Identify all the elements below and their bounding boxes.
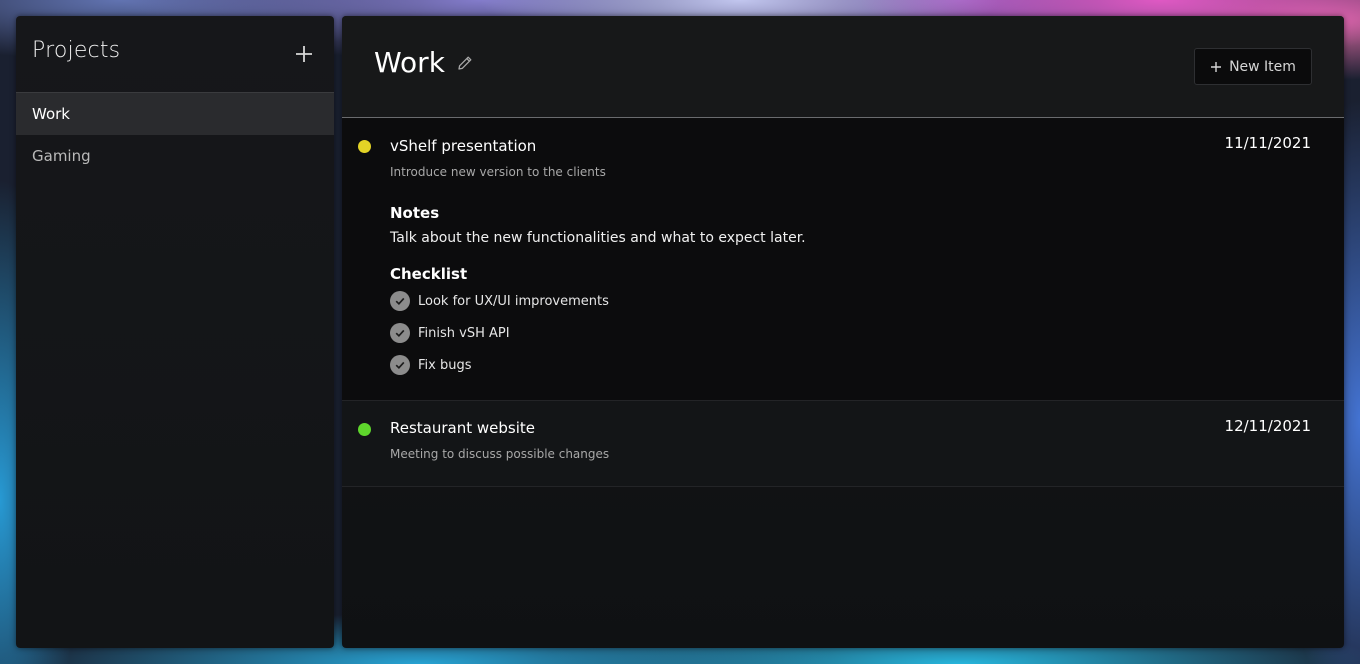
new-item-label: New Item xyxy=(1229,58,1296,75)
project-main-panel: Work New Item vShelf presentation Introd… xyxy=(342,16,1344,648)
sidebar-header: Projects xyxy=(16,16,334,93)
task-title: vShelf presentation xyxy=(390,137,537,155)
page-title: Work xyxy=(374,46,445,79)
checklist-item[interactable]: Finish vSH API xyxy=(390,322,510,344)
new-item-button[interactable]: New Item xyxy=(1194,48,1312,85)
edit-title-button[interactable] xyxy=(456,54,474,72)
status-dot xyxy=(358,423,371,436)
checkmark-icon xyxy=(390,291,410,311)
task-title: Restaurant website xyxy=(390,419,535,437)
checklist-item-label: Finish vSH API xyxy=(418,325,510,341)
pencil-icon xyxy=(456,56,474,76)
task-date: 11/11/2021 xyxy=(1224,134,1311,152)
sidebar-item-gaming[interactable]: Gaming xyxy=(16,135,334,177)
add-project-button[interactable] xyxy=(292,42,316,66)
task-description: Meeting to discuss possible changes xyxy=(390,447,610,461)
notes-label: Notes xyxy=(390,204,440,222)
checklist-item-label: Fix bugs xyxy=(418,357,472,373)
task-item[interactable]: vShelf presentation Introduce new versio… xyxy=(342,118,1344,401)
status-dot xyxy=(358,140,371,153)
checkmark-icon xyxy=(390,355,410,375)
checklist-item[interactable]: Fix bugs xyxy=(390,354,472,376)
task-item[interactable]: Restaurant website Meeting to discuss po… xyxy=(342,401,1344,487)
task-date: 12/11/2021 xyxy=(1224,417,1311,435)
notes-text: Talk about the new functionalities and w… xyxy=(390,230,806,246)
task-description: Introduce new version to the clients xyxy=(390,165,606,179)
checklist-item-label: Look for UX/UI improvements xyxy=(418,293,609,309)
sidebar-item-work[interactable]: Work xyxy=(16,93,334,135)
checklist-item[interactable]: Look for UX/UI improvements xyxy=(390,290,609,312)
plus-icon xyxy=(292,42,316,66)
checklist-label: Checklist xyxy=(390,265,468,283)
sidebar-title: Projects xyxy=(32,38,121,63)
projects-sidebar: Projects Work Gaming xyxy=(16,16,334,648)
checkmark-icon xyxy=(390,323,410,343)
plus-icon xyxy=(1210,61,1222,73)
main-header: Work New Item xyxy=(342,16,1344,118)
